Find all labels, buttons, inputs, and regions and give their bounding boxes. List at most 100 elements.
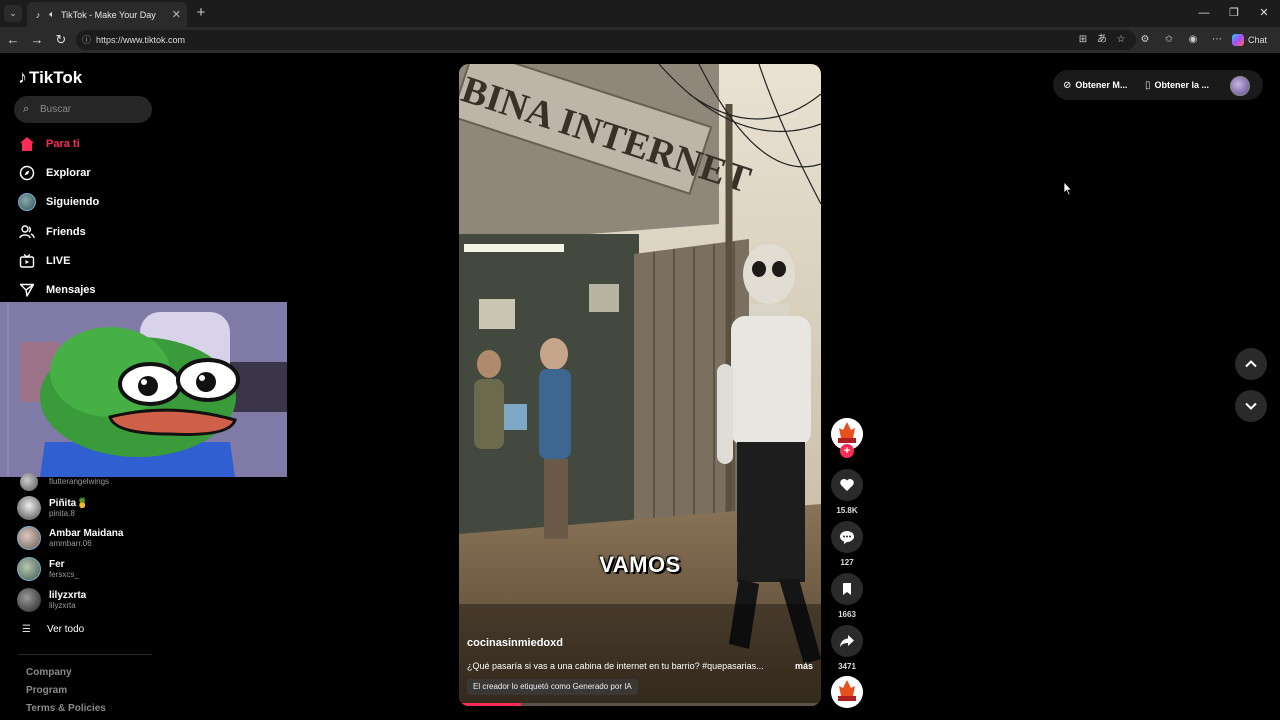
nav-friends[interactable]: Friends: [18, 220, 86, 244]
video-description: ¿Qué pasaría si vas a una cabina de inte…: [467, 661, 813, 671]
nav-label: Friends: [46, 226, 86, 238]
footer-program-link[interactable]: Program: [26, 685, 67, 696]
save-button[interactable]: [831, 573, 863, 605]
coin-icon: ⊘: [1063, 79, 1072, 91]
ai-generated-label: El creador lo etiquetó como Generado por…: [467, 679, 638, 695]
more-options-icon[interactable]: ⋯: [1210, 33, 1224, 47]
translate-icon[interactable]: あ: [1095, 33, 1109, 47]
comment-count: 127: [840, 558, 854, 567]
video-author[interactable]: cocinasinmiedoxd: [467, 637, 563, 649]
favorite-star-icon[interactable]: ☆: [1114, 33, 1128, 47]
nav-para-ti[interactable]: Para ti: [18, 132, 80, 156]
nav-label: Explorar: [46, 167, 91, 179]
forward-icon[interactable]: →: [28, 31, 46, 49]
share-button[interactable]: [831, 625, 863, 657]
restore-icon[interactable]: ❐: [1219, 0, 1249, 27]
nav-live[interactable]: LIVE: [18, 249, 70, 273]
get-app-button[interactable]: ▯ Obtener la ...: [1145, 70, 1209, 100]
phone-icon: ▯: [1145, 79, 1151, 91]
nav-label: Mensajes: [46, 284, 96, 296]
home-icon: [18, 135, 36, 153]
sidebar-divider: [18, 654, 152, 655]
close-window-icon[interactable]: ✕: [1249, 0, 1279, 27]
profile-avatar-icon[interactable]: ◉: [1186, 33, 1200, 47]
nav-mensajes[interactable]: Mensajes: [18, 278, 96, 302]
tab-close-icon[interactable]: ✕: [172, 8, 181, 21]
music-disc-icon[interactable]: [831, 676, 863, 708]
nav-explorar[interactable]: Explorar: [18, 161, 91, 185]
address-bar-row: ← → ↻ ⓘ https://www.tiktok.com ⊞ あ ☆ ⚙ ✩…: [0, 27, 1280, 53]
browser-tab[interactable]: ♪ 🔈︎ TikTok - Make Your Day ✕: [27, 2, 187, 27]
following-handle: flutterangelwings: [49, 477, 110, 486]
get-app-label: Obtener la ...: [1154, 80, 1210, 90]
like-button[interactable]: [831, 469, 863, 501]
back-icon[interactable]: ←: [4, 31, 22, 49]
see-all-link[interactable]: ☰ Ver todo: [22, 624, 84, 635]
following-name: lilyzxrta: [49, 589, 87, 601]
following-handle: ammbarr.06: [49, 538, 92, 548]
footer-company-link[interactable]: Company: [26, 667, 72, 678]
chevron-up-icon: [1245, 360, 1257, 368]
following-handle: lilyzxrta: [49, 600, 76, 610]
heart-icon: [840, 479, 854, 491]
search-input[interactable]: ⌕ Buscar: [14, 96, 152, 123]
mouse-cursor-icon: [1063, 180, 1073, 201]
site-info-icon[interactable]: ⓘ: [82, 30, 91, 50]
following-name: Ambar Maidana: [49, 527, 124, 539]
avatar: [17, 588, 41, 612]
search-placeholder: Buscar: [40, 104, 72, 115]
share-arrow-icon: [840, 635, 854, 647]
more-link[interactable]: más: [795, 661, 813, 671]
tab-list-dropdown[interactable]: ⌄: [4, 5, 22, 22]
bookmark-icon: [843, 583, 851, 595]
get-coins-button[interactable]: ⊘ Obtener M...: [1063, 70, 1127, 100]
video-frame: CABINA INTERNET: [459, 64, 821, 706]
user-avatar[interactable]: [1230, 76, 1250, 96]
follow-plus-icon[interactable]: +: [840, 444, 854, 458]
copilot-icon: [1232, 34, 1244, 46]
avatar: [17, 557, 41, 581]
compass-icon: [18, 164, 36, 182]
following-item[interactable]: Piñita🍍 pinita.8: [17, 494, 89, 522]
following-handle: fersxcs_: [49, 569, 79, 579]
minimize-icon[interactable]: —: [1189, 0, 1219, 27]
copilot-chat-button[interactable]: Chat: [1232, 32, 1276, 48]
following-avatar-icon: [18, 193, 36, 211]
video-overlay-text: VAMOS: [599, 552, 681, 577]
see-all-label: Ver todo: [46, 624, 85, 635]
video-progress-bar[interactable]: [459, 703, 821, 706]
chat-label: Chat: [1248, 35, 1268, 45]
speaker-icon[interactable]: 🔈︎: [47, 9, 57, 20]
tab-title: TikTok - Make Your Day: [61, 9, 156, 20]
avatar: [17, 526, 41, 550]
apps-icon[interactable]: ⊞: [1076, 33, 1090, 47]
nav-label: Para ti: [46, 138, 80, 150]
webcam-overlay: [0, 302, 287, 477]
send-icon: [18, 281, 36, 299]
chevron-down-icon: [1245, 402, 1257, 410]
extensions-icon[interactable]: ⚙: [1138, 33, 1152, 47]
reload-icon[interactable]: ↻: [52, 31, 70, 49]
following-item[interactable]: Fer fersxcs_: [17, 555, 79, 583]
video-player[interactable]: CABINA INTERNET VAMOS cocinasinmiedoxd ¿…: [459, 64, 821, 706]
new-tab-button[interactable]: +: [193, 4, 209, 22]
tiktok-logo[interactable]: ♪ TikTok: [18, 67, 82, 88]
favorites-icon[interactable]: ✩: [1162, 33, 1176, 47]
footer-terms-link[interactable]: Terms & Policies: [26, 703, 106, 714]
following-name: Piñita🍍: [49, 497, 89, 509]
url-input[interactable]: ⓘ https://www.tiktok.com: [76, 30, 1136, 50]
nav-siguiendo[interactable]: Siguiendo: [18, 190, 99, 214]
get-coins-label: Obtener M...: [1075, 80, 1128, 90]
tiktok-note-icon: ♪: [18, 67, 27, 87]
following-item[interactable]: Ambar Maidana ammbarr.06: [17, 524, 123, 552]
live-icon: [18, 252, 36, 270]
previous-video-button[interactable]: [1235, 348, 1267, 380]
nav-label: LIVE: [46, 255, 71, 267]
avatar: [20, 473, 38, 491]
following-item[interactable]: flutterangelwings: [20, 468, 109, 496]
comment-button[interactable]: [831, 521, 863, 553]
next-video-button[interactable]: [1235, 390, 1267, 422]
search-icon: ⌕: [23, 103, 30, 115]
following-item[interactable]: lilyzxrta lilyzxrta: [17, 586, 86, 614]
list-icon: ☰: [22, 624, 31, 635]
